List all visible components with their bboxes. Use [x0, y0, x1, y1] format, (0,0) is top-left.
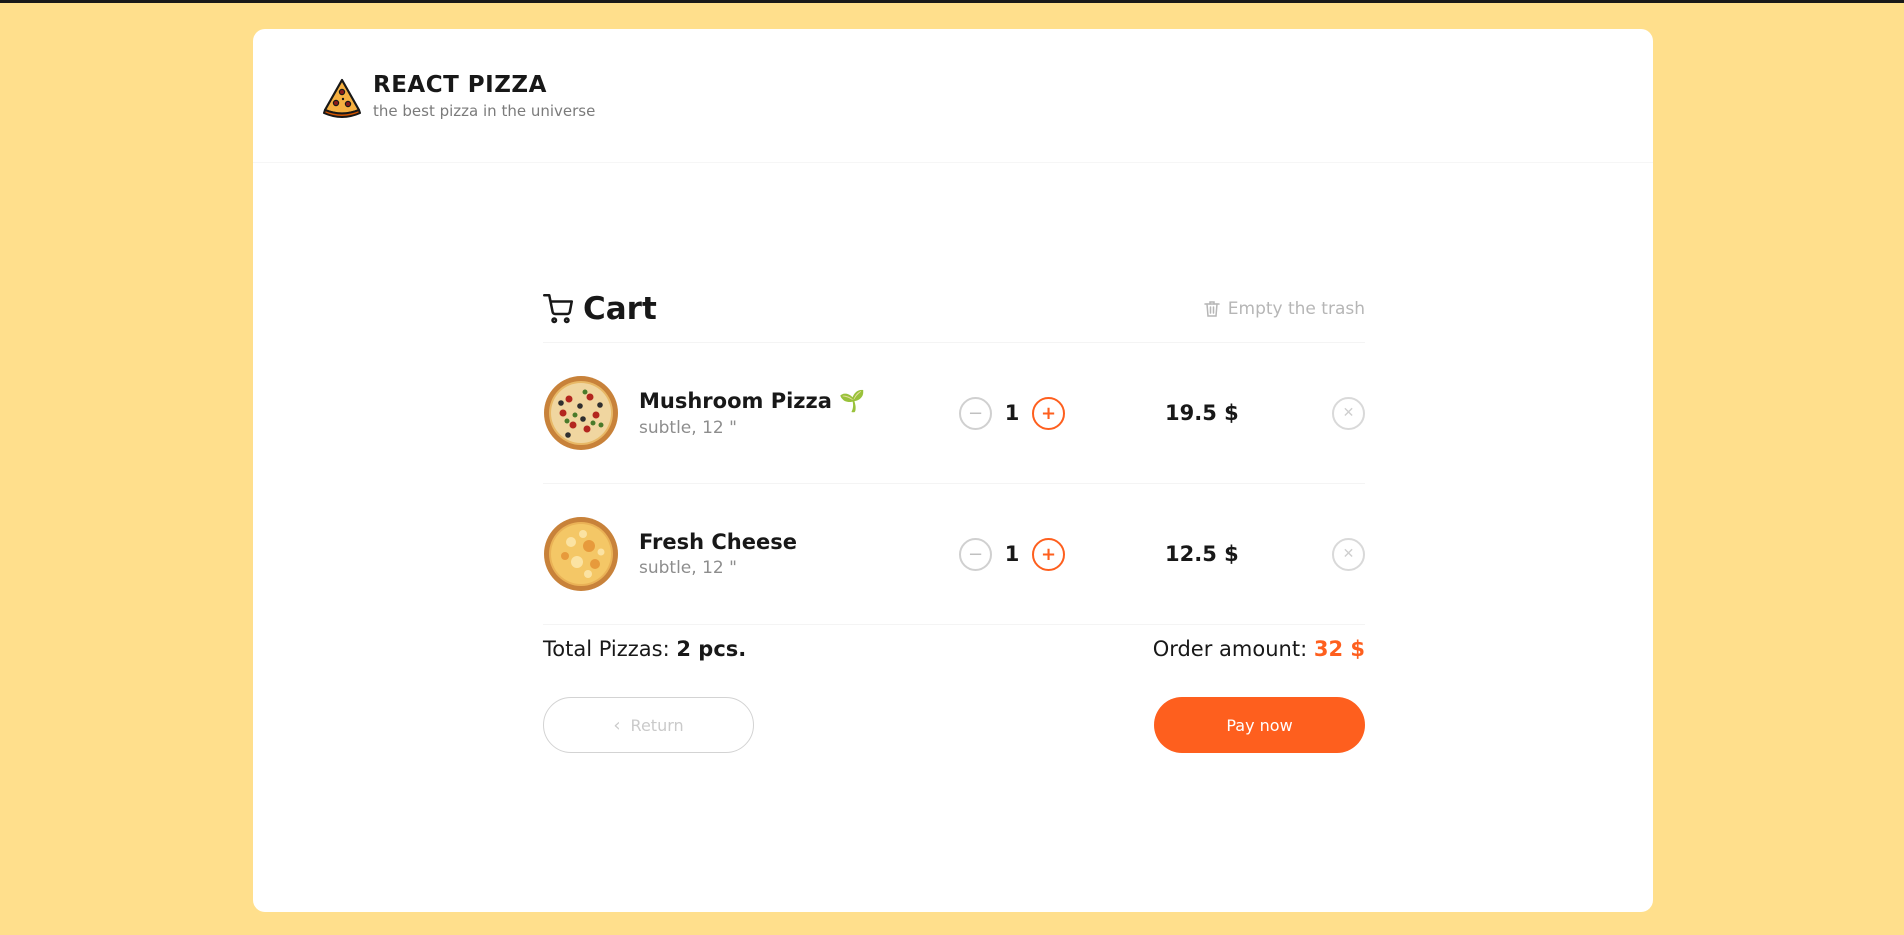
total-pizzas-label: Total Pizzas: [543, 637, 670, 661]
decrease-button[interactable]: − [959, 537, 992, 571]
return-label: Return [630, 715, 684, 735]
cart-title-label: Cart [583, 290, 657, 327]
item-price: 12.5 $ [1165, 542, 1239, 566]
brand-title: REACT PIZZA [373, 72, 547, 98]
order-amount-value: 32 $ [1313, 637, 1365, 661]
cart-summary: Total Pizzas: 2 pcs. Order amount: 32 $ [543, 637, 1365, 661]
item-meta: subtle, 12 " [639, 417, 737, 438]
item-count: 1 [1004, 542, 1020, 566]
window-top-strip [0, 0, 1904, 3]
item-count: 1 [1004, 401, 1020, 425]
return-button[interactable]: ‹ Return [543, 697, 754, 753]
increase-button[interactable]: + [1032, 537, 1065, 571]
item-info: Fresh Cheese subtle, 12 " [639, 530, 959, 578]
cart-item: Fresh Cheese subtle, 12 " − 1 + 12.5 $ ✕ [543, 484, 1365, 625]
chevron-left-icon: ‹ [613, 714, 621, 736]
empty-trash-label: Empty the trash [1227, 298, 1365, 319]
item-name: Fresh Cheese [639, 530, 797, 554]
increase-button[interactable]: + [1032, 396, 1065, 430]
item-info: Mushroom Pizza 🌱 subtle, 12 " [639, 389, 959, 438]
item-meta: subtle, 12 " [639, 558, 737, 578]
total-pizzas-value: 2 pcs. [676, 637, 747, 661]
cart-actions: ‹ Return Pay now [543, 697, 1365, 753]
page-container: REACT PIZZA the best pizza in the univer… [253, 29, 1653, 912]
pizza-slice-icon [323, 78, 361, 118]
cart-section: Cart Empty the trash Mushroom Pizza 🌱 su… [543, 287, 1365, 753]
quantity-stepper: − 1 + [959, 396, 1065, 430]
brand-subtitle: the best pizza in the universe [373, 102, 596, 120]
logo[interactable]: REACT PIZZA the best pizza in the univer… [321, 71, 595, 120]
total-pizzas: Total Pizzas: 2 pcs. [543, 637, 746, 661]
item-price: 19.5 $ [1165, 401, 1239, 425]
empty-trash-button[interactable]: Empty the trash [1202, 299, 1365, 319]
cheese-pizza-image [544, 517, 618, 591]
decrease-button[interactable]: − [959, 396, 992, 430]
cart-icon [543, 293, 573, 323]
remove-item-button[interactable]: ✕ [1332, 537, 1365, 571]
pay-now-label: Pay now [1226, 715, 1293, 735]
cart-item: Mushroom Pizza 🌱 subtle, 12 " − 1 + 19.5… [543, 343, 1365, 484]
cart-header: Cart Empty the trash [543, 287, 1365, 343]
order-amount-label: Order amount: [1152, 637, 1308, 661]
pay-now-button[interactable]: Pay now [1154, 697, 1365, 753]
item-name: Mushroom Pizza 🌱 [639, 388, 866, 413]
quantity-stepper: − 1 + [959, 537, 1065, 571]
header: REACT PIZZA the best pizza in the univer… [253, 29, 1653, 163]
remove-item-button[interactable]: ✕ [1332, 396, 1365, 430]
mushroom-pizza-image [544, 376, 618, 450]
order-amount: Order amount: 32 $ [1153, 637, 1365, 661]
trash-icon [1204, 300, 1220, 317]
cart-title: Cart [543, 291, 657, 327]
